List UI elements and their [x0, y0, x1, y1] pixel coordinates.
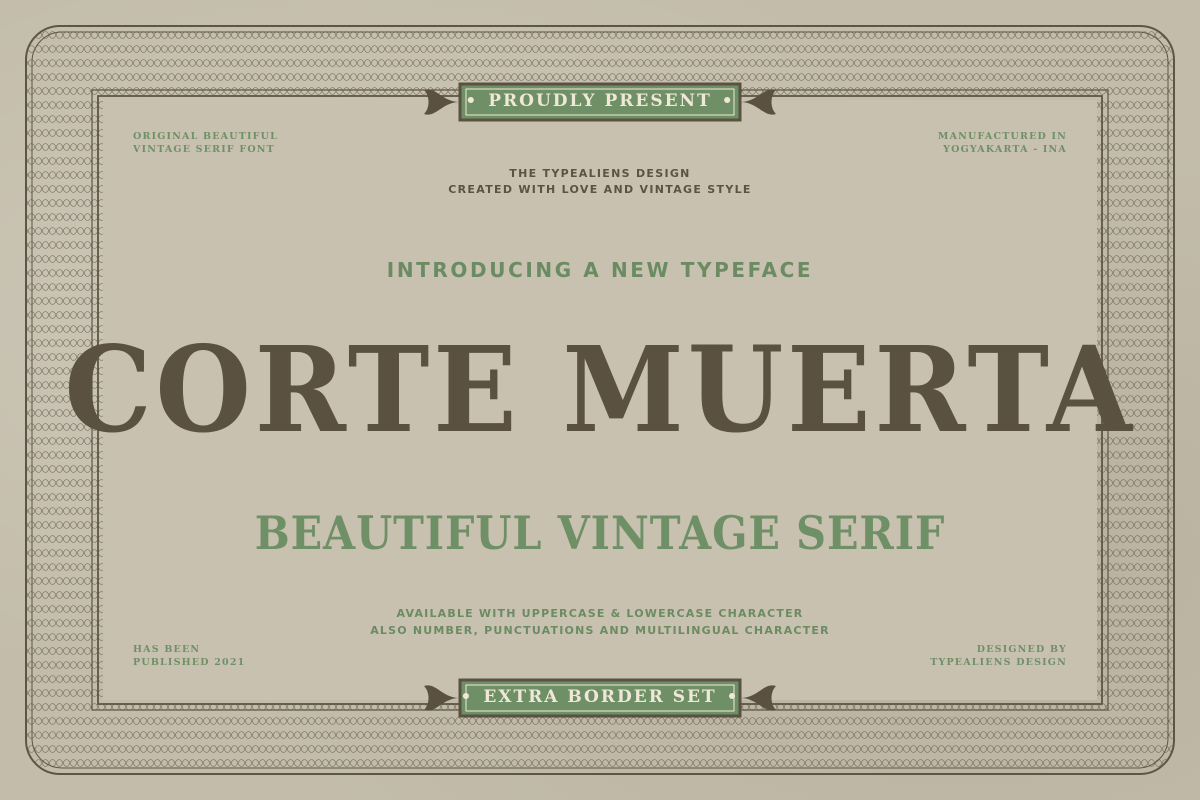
poster: • PROUDLY PRESENT • • EXTRA BORDER SET • ORI… [0, 0, 1200, 800]
availability-lines: AVAILABLE WITH UPPERCASE & LOWERCASE CHA… [370, 607, 830, 637]
subtitle: Beautiful Vintage Serif [254, 506, 946, 560]
footer-banner-text: • EXTRA BORDER SET • [460, 687, 740, 707]
top-left-note: ORIGINAL BEAUTIFUL VINTAGE SERIF FONT [133, 131, 278, 155]
bottom-right-note: DESIGNED BY TYPEALIENS DESIGN [930, 644, 1067, 668]
credit-lines: THE TYPEALIENS DESIGN CREATED WITH LOVE … [448, 167, 752, 196]
bottom-left-note: HAS BEEN PUBLISHED 2021 [133, 644, 246, 668]
top-right-note: MANUFACTURED IN YOGYAKARTA - INA [937, 131, 1067, 155]
header-banner: • PROUDLY PRESENT • [420, 82, 780, 122]
page-title: Corte Muerta [64, 320, 1136, 459]
intro-text: INTRODUCING A NEW TYPEFACE [386, 258, 814, 282]
header-banner-text: • PROUDLY PRESENT • [465, 91, 735, 111]
footer-banner: • EXTRA BORDER SET • [420, 678, 780, 718]
